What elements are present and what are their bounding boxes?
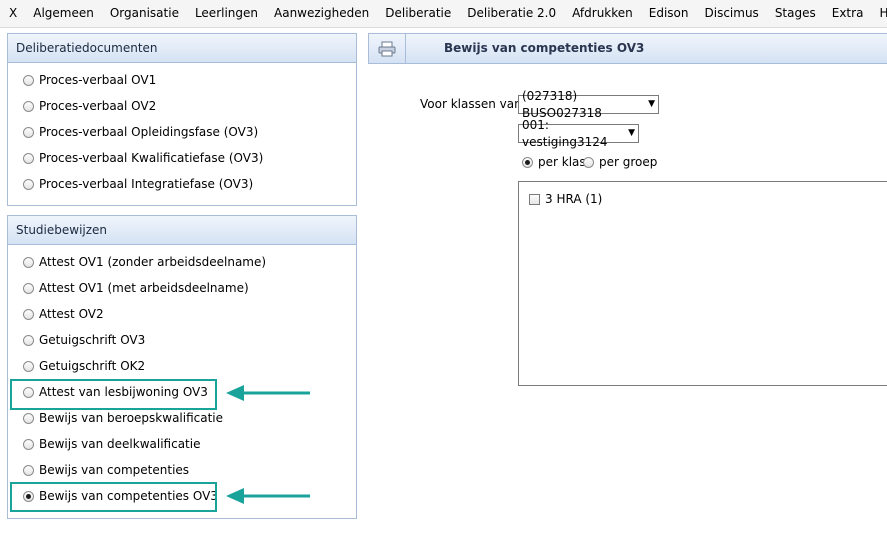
radio-bewijs-deelkwalificatie[interactable]: Bewijs van deelkwalificatie [8, 431, 356, 457]
radio-button[interactable] [23, 178, 34, 190]
radio-pv-ov1[interactable]: Proces-verbaal OV1 [8, 67, 356, 93]
radio-label: Bewijs van competenties [39, 463, 190, 477]
menu-aanwezigheden[interactable]: Aanwezigheden [266, 0, 377, 27]
class-item[interactable]: 3 HRA (1) [529, 192, 602, 206]
vestiging-select-value: 001: vestiging3124 [522, 117, 608, 149]
per-klas-label: per klas [538, 155, 586, 169]
radio-label: Attest van lesbijwoning OV3 [39, 385, 208, 399]
radio-button[interactable] [23, 438, 34, 450]
menu-bar: X Algemeen Organisatie Leerlingen Aanwez… [0, 0, 887, 28]
radio-bewijs-competenties[interactable]: Bewijs van competenties [8, 457, 356, 483]
studiebewijzen-panel: Studiebewijzen Attest OV1 (zonder arbeid… [7, 215, 357, 519]
school-select[interactable]: (027318) BUSO027318 ▼ [518, 89, 659, 120]
chevron-down-icon: ▼ [648, 99, 655, 109]
deliberatie-panel-title: Deliberatiedocumenten [8, 34, 356, 63]
radio-button[interactable] [23, 334, 34, 346]
menu-leerlingen[interactable]: Leerlingen [187, 0, 266, 27]
radio-label: Attest OV2 [39, 307, 104, 321]
studiebewijzen-radio-list: Attest OV1 (zonder arbeidsdeelname) Atte… [8, 245, 356, 509]
radio-label: Attest OV1 (met arbeidsdeelname) [39, 281, 249, 295]
radio-attest-ov2[interactable]: Attest OV2 [8, 301, 356, 327]
studiebewijzen-panel-title: Studiebewijzen [8, 216, 356, 245]
radio-label: Proces-verbaal Integratiefase (OV3) [39, 177, 254, 191]
radio-per-groep[interactable]: per groep [583, 155, 657, 169]
menu-organisatie[interactable]: Organisatie [102, 0, 187, 27]
menu-afdrukken[interactable]: Afdrukken [564, 0, 641, 27]
menu-edison[interactable]: Edison [641, 0, 697, 27]
radio-button[interactable] [23, 464, 34, 476]
radio-label: Proces-verbaal OV1 [39, 73, 157, 87]
menu-algemeen[interactable]: Algemeen [25, 0, 102, 27]
radio-button[interactable] [23, 74, 34, 86]
menu-deliberatie-2[interactable]: Deliberatie 2.0 [459, 0, 564, 27]
radio-pv-ov2[interactable]: Proces-verbaal OV2 [8, 93, 356, 119]
radio-button[interactable] [23, 412, 34, 424]
menu-help[interactable]: Help [871, 0, 887, 27]
menu-stages[interactable]: Stages [767, 0, 824, 27]
radio-label: Getuigschrift OV3 [39, 333, 146, 347]
radio-button-selected[interactable] [522, 156, 533, 168]
radio-button[interactable] [23, 282, 34, 294]
radio-bewijs-beroepskwalificatie[interactable]: Bewijs van beroepskwalificatie [8, 405, 356, 431]
radio-per-klas[interactable]: per klas [522, 155, 586, 169]
radio-button[interactable] [23, 100, 34, 112]
radio-pv-kwalificatiefase[interactable]: Proces-verbaal Kwalificatiefase (OV3) [8, 145, 356, 171]
radio-label: Proces-verbaal OV2 [39, 99, 157, 113]
radio-pv-opleidingsfase[interactable]: Proces-verbaal Opleidingsfase (OV3) [8, 119, 356, 145]
arrow-left-icon [226, 488, 310, 504]
menu-extra[interactable]: Extra [824, 0, 872, 27]
radio-attest-ov1-met[interactable]: Attest OV1 (met arbeidsdeelname) [8, 275, 356, 301]
radio-attest-ov1-zonder[interactable]: Attest OV1 (zonder arbeidsdeelname) [8, 249, 356, 275]
menu-close[interactable]: X [0, 0, 25, 27]
per-groep-label: per groep [599, 155, 658, 169]
class-listbox[interactable]: 3 HRA (1) [518, 181, 887, 386]
radio-button[interactable] [23, 256, 34, 268]
radio-label: Attest OV1 (zonder arbeidsdeelname) [39, 255, 267, 269]
radio-button[interactable] [583, 156, 594, 168]
deliberatie-panel: Deliberatiedocumenten Proces-verbaal OV1… [7, 33, 357, 206]
deliberatie-radio-list: Proces-verbaal OV1 Proces-verbaal OV2 Pr… [8, 63, 356, 197]
chevron-down-icon: ▼ [628, 128, 635, 138]
radio-label: Bewijs van competenties OV3 [39, 489, 218, 503]
right-panel-header: Bewijs van competenties OV3 [368, 33, 887, 64]
radio-label: Bewijs van deelkwalificatie [39, 437, 201, 451]
radio-getuigschrift-ok2[interactable]: Getuigschrift OK2 [8, 353, 356, 379]
radio-button[interactable] [23, 386, 34, 398]
radio-button[interactable] [23, 152, 34, 164]
radio-button-selected[interactable] [23, 490, 34, 502]
radio-label: Bewijs van beroepskwalificatie [39, 411, 224, 425]
class-item-label: 3 HRA (1) [545, 192, 603, 206]
menu-deliberatie[interactable]: Deliberatie [377, 0, 459, 27]
menu-discimus[interactable]: Discimus [697, 0, 767, 27]
radio-label: Proces-verbaal Opleidingsfase (OV3) [39, 125, 259, 139]
radio-label: Proces-verbaal Kwalificatiefase (OV3) [39, 151, 264, 165]
radio-button[interactable] [23, 126, 34, 138]
arrow-left-icon [226, 385, 310, 401]
radio-getuigschrift-ov3[interactable]: Getuigschrift OV3 [8, 327, 356, 353]
radio-button[interactable] [23, 360, 34, 372]
radio-button[interactable] [23, 308, 34, 320]
radio-label: Getuigschrift OK2 [39, 359, 146, 373]
printer-icon [378, 41, 396, 56]
vestiging-select[interactable]: 001: vestiging3124 ▼ [518, 118, 639, 149]
class-checkbox[interactable] [529, 193, 540, 205]
radio-pv-integratiefase[interactable]: Proces-verbaal Integratiefase (OV3) [8, 171, 356, 197]
right-panel-title: Bewijs van competenties OV3 [444, 41, 645, 55]
print-button[interactable] [369, 34, 406, 63]
voor-klassen-label: Voor klassen van [420, 97, 522, 111]
